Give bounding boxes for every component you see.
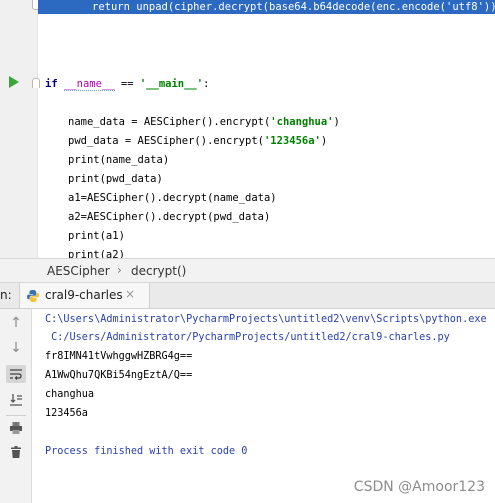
code-text: a2=AESCipher().decrypt(pwd_data) [68, 211, 271, 223]
code-line-2: pwd_data = AESCipher().encrypt('123456a'… [68, 134, 327, 148]
breadcrumb-class[interactable]: AESCipher [47, 264, 110, 278]
arrow-up-icon[interactable]: ↑ [6, 314, 26, 332]
console-line-output: fr8IMN41tVwhggwHZBRG4g== [45, 351, 193, 362]
run-tool-label: n: [0, 288, 12, 302]
code-line-6: a2=AESCipher().decrypt(pwd_data) [68, 210, 270, 224]
code-text: print(pwd_data) [68, 173, 163, 185]
code-editor[interactable]: return unpad(cipher.decrypt(base64.b64de… [0, 0, 495, 258]
soft-wrap-icon[interactable] [6, 365, 26, 383]
code-line-if-main: if __name__ == '__main__': [45, 77, 209, 91]
code-line-3: print(name_data) [68, 153, 169, 167]
python-file-icon [27, 290, 39, 302]
code-text: print(a2) [68, 249, 125, 258]
trash-icon[interactable] [6, 443, 26, 461]
run-toolbar: ↑ ↓ [0, 309, 32, 503]
arrow-down-icon[interactable]: ↓ [6, 339, 26, 357]
tab-label: cral9-charles [45, 288, 123, 302]
code-line-8: print(a2) [68, 248, 125, 258]
dunder-name: __name__ [63, 78, 115, 91]
main-string: '__main__' [139, 78, 204, 90]
run-tab-bar: n: cral9-charles × [0, 283, 495, 309]
breadcrumb-method[interactable]: decrypt() [131, 264, 186, 278]
code-text: ) [333, 116, 340, 128]
string-literal: 'changhua' [270, 116, 334, 128]
code-text: print(name_data) [68, 154, 170, 166]
code-text: ) [320, 135, 328, 147]
run-console-output[interactable]: C:\Users\Administrator\PycharmProjects\u… [32, 309, 495, 503]
console-line-output: A1WwQhu7QKBi54ngEztA/Q== [45, 370, 193, 381]
code-text: pwd_data = AESCipher().encrypt( [68, 135, 264, 147]
watermark: CSDN @Amoor123 [353, 479, 485, 495]
run-arrow-icon[interactable] [9, 76, 19, 88]
console-line-output: 123456a [45, 408, 88, 419]
code-line-7: print(a1) [68, 229, 125, 243]
code-line-5: a1=AESCipher().decrypt(name_data) [68, 191, 277, 205]
code-line-1: name_data = AESCipher().encrypt('changhu… [68, 115, 340, 129]
close-icon[interactable]: × [125, 287, 135, 301]
equals-operator: == [114, 78, 140, 90]
code-text: name_data = AESCipher().encrypt( [68, 116, 271, 128]
soft-wrap-glyph [10, 369, 22, 380]
editor-gutter [0, 0, 40, 258]
scroll-to-end-icon[interactable] [6, 391, 26, 409]
console-line-script: C:/Users/Administrator/PycharmProjects/u… [45, 332, 450, 343]
print-icon[interactable] [6, 419, 26, 437]
tab-cral9-charles[interactable]: cral9-charles × [19, 283, 150, 308]
console-line-output: changhua [45, 389, 95, 400]
scroll-to-end-glyph [10, 394, 22, 406]
breadcrumb: AESCipher › decrypt() [0, 258, 495, 283]
if-colon: : [203, 78, 210, 90]
string-literal: '123456a' [263, 135, 321, 147]
print-glyph [10, 422, 22, 434]
code-text: print(a1) [68, 230, 125, 242]
code-text: a1=AESCipher().decrypt(name_data) [68, 192, 277, 204]
trash-glyph [11, 446, 21, 458]
if-keyword: if [45, 78, 58, 90]
toolbar-divider [6, 415, 26, 416]
code-line-return-text: return unpad(cipher.decrypt(base64.b64de… [92, 1, 495, 13]
fold-start-icon[interactable] [32, 78, 40, 88]
breadcrumb-separator: › [117, 263, 122, 277]
console-line-exit: Process finished with exit code 0 [45, 446, 248, 457]
console-line-interpreter: C:\Users\Administrator\PycharmProjects\u… [45, 314, 487, 325]
code-line-return: return unpad(cipher.decrypt(base64.b64de… [92, 0, 495, 14]
code-line-4: print(pwd_data) [68, 172, 163, 186]
